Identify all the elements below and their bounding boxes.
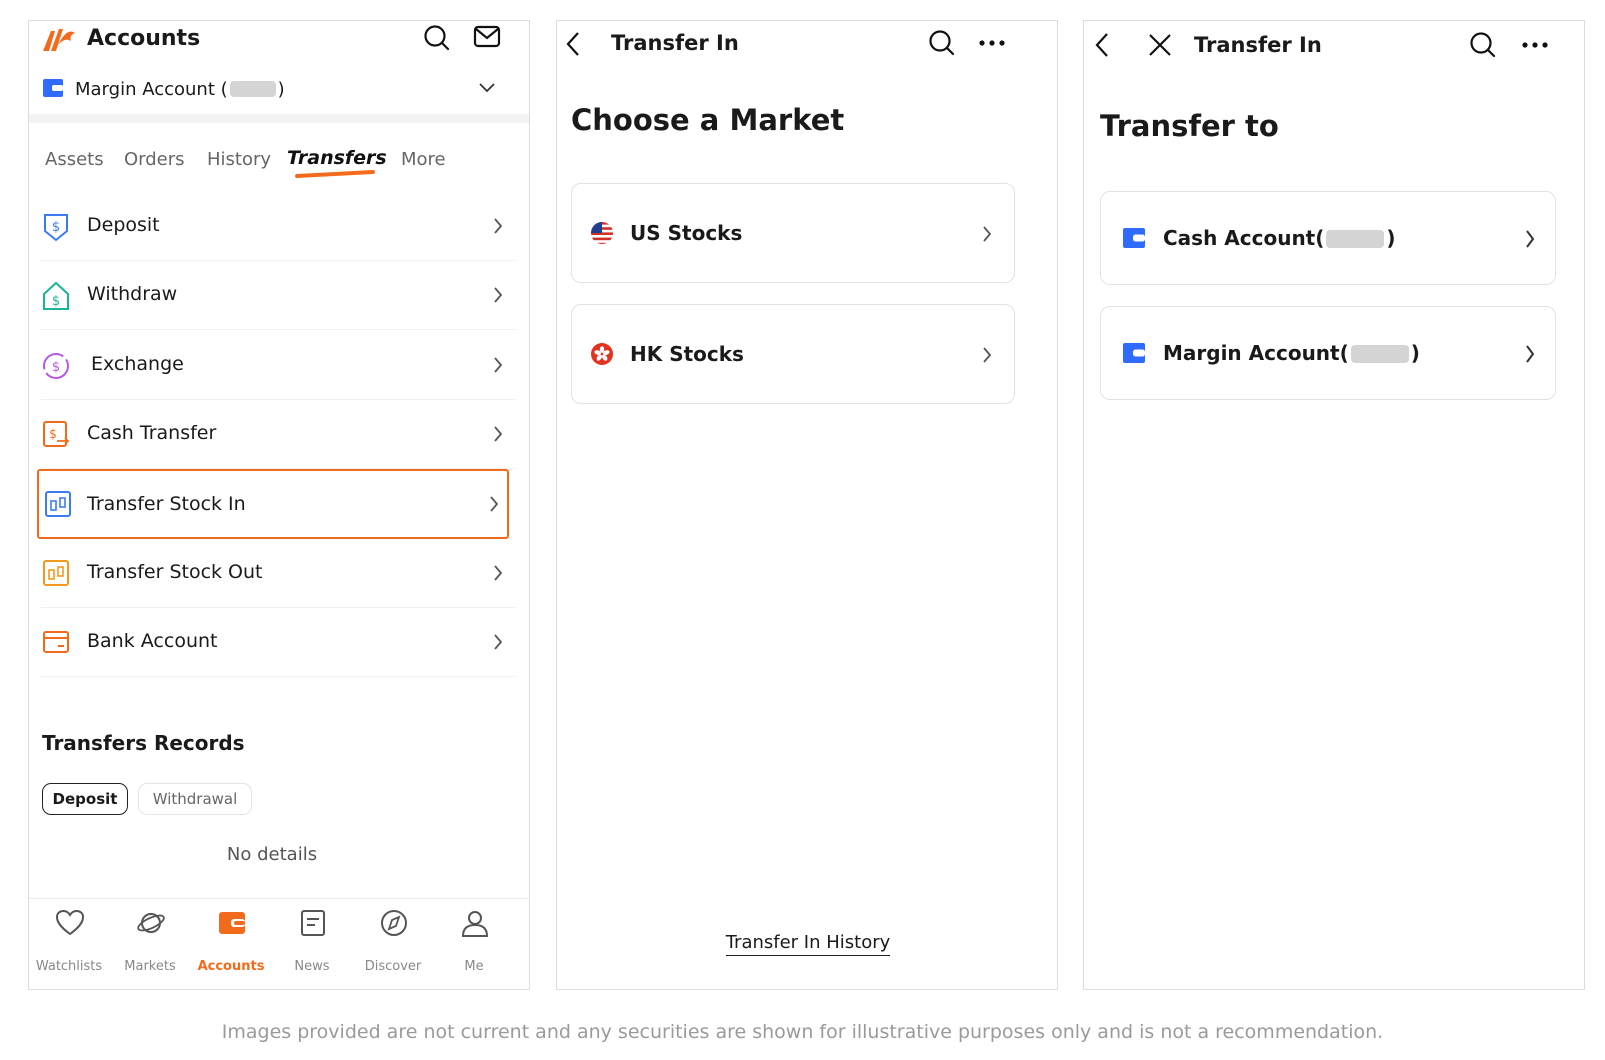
menu-item-label: Transfer Stock Out xyxy=(87,561,263,583)
account-selector[interactable]: Margin Account () xyxy=(29,71,529,111)
page-title: Accounts xyxy=(87,26,201,51)
nav-markets[interactable]: Markets xyxy=(110,899,190,989)
chevron-right-icon xyxy=(494,218,503,234)
menu-item-label: Withdraw xyxy=(87,283,178,305)
nav-me[interactable]: Me xyxy=(434,899,514,989)
more-options-icon[interactable] xyxy=(979,39,1005,47)
person-icon xyxy=(461,911,489,937)
chevron-down-icon[interactable] xyxy=(479,83,495,93)
page-title: Choose a Market xyxy=(571,103,845,137)
market-label: HK Stocks xyxy=(630,342,744,366)
masked-account-number xyxy=(229,81,276,97)
account-label: Margin Account( xyxy=(1163,341,1349,365)
transfer-stock-in-icon xyxy=(45,491,71,517)
exchange-icon: $ xyxy=(43,353,69,379)
filter-chip-withdrawal[interactable]: Withdrawal xyxy=(138,783,252,815)
header-title: Transfer In xyxy=(611,31,739,55)
brand-logo-icon xyxy=(43,29,75,51)
menu-item-withdraw[interactable]: $ Withdraw xyxy=(41,260,515,330)
nav-discover[interactable]: Discover xyxy=(353,899,433,989)
withdraw-icon: $ xyxy=(43,281,69,310)
chevron-right-icon xyxy=(1526,345,1535,363)
mail-icon[interactable] xyxy=(473,25,501,49)
svg-text:$: $ xyxy=(52,220,60,235)
transfer-stock-out-icon xyxy=(43,560,69,586)
chevron-right-icon xyxy=(1526,230,1535,248)
planet-icon xyxy=(137,913,165,933)
menu-item-label: Transfer Stock In xyxy=(87,493,246,515)
chevron-right-icon xyxy=(494,565,503,581)
chevron-right-icon xyxy=(494,357,503,373)
tab-assets[interactable]: Assets xyxy=(45,151,104,169)
svg-text:$: $ xyxy=(52,360,60,375)
bank-card-icon xyxy=(43,631,69,653)
nav-news[interactable]: News xyxy=(272,899,352,989)
search-icon[interactable] xyxy=(1469,31,1497,59)
news-icon xyxy=(301,910,325,936)
market-option-hk-stocks[interactable]: HK Stocks xyxy=(571,304,1015,404)
back-arrow-icon[interactable] xyxy=(565,31,581,57)
chevron-right-icon xyxy=(494,634,503,650)
account-selector-label: Margin Account ( xyxy=(75,79,228,100)
account-wallet-icon xyxy=(1123,343,1145,363)
masked-account-number xyxy=(1350,345,1409,363)
svg-text:$: $ xyxy=(49,427,57,441)
deposit-icon: $ xyxy=(44,214,68,242)
disclaimer-text: Images provided are not current and any … xyxy=(221,1021,1384,1043)
back-arrow-icon[interactable] xyxy=(1094,32,1110,58)
menu-item-transfer-stock-in[interactable]: Transfer Stock In xyxy=(37,469,509,539)
menu-item-label: Exchange xyxy=(91,353,184,375)
choose-market-screen: Transfer In Choose a Market US Stocks HK… xyxy=(556,20,1058,990)
tab-more[interactable]: More xyxy=(401,151,446,169)
menu-item-label: Deposit xyxy=(87,214,160,236)
account-label: Cash Account( xyxy=(1163,226,1325,250)
market-option-us-stocks[interactable]: US Stocks xyxy=(571,183,1015,283)
menu-item-cash-transfer[interactable]: $ Cash Transfer xyxy=(41,399,515,469)
menu-item-transfer-stock-out[interactable]: Transfer Stock Out xyxy=(41,538,515,608)
wallet-icon xyxy=(219,912,245,934)
account-option-cash[interactable]: Cash Account() xyxy=(1100,191,1556,285)
chevron-right-icon xyxy=(983,347,992,363)
page-title: Transfer to xyxy=(1100,109,1279,143)
masked-account-number xyxy=(1326,230,1385,248)
svg-text:$: $ xyxy=(52,294,60,309)
filter-chip-deposit[interactable]: Deposit xyxy=(42,783,128,815)
bottom-navigation: Watchlists Markets Accounts News Discove… xyxy=(29,898,529,989)
nav-accounts[interactable]: Accounts xyxy=(191,899,271,989)
account-option-margin[interactable]: Margin Account() xyxy=(1100,306,1556,400)
compass-icon xyxy=(381,910,407,936)
accounts-screen: Accounts Margin Account () Assets Orders… xyxy=(28,20,530,990)
menu-item-exchange[interactable]: $ Exchange xyxy=(41,330,515,400)
menu-item-bank-account[interactable]: Bank Account xyxy=(41,607,515,677)
chevron-right-icon xyxy=(494,287,503,303)
menu-item-label: Cash Transfer xyxy=(87,422,217,444)
tab-transfers[interactable]: Transfers xyxy=(287,149,387,168)
nav-watchlists[interactable]: Watchlists xyxy=(29,899,109,989)
tab-orders[interactable]: Orders xyxy=(124,151,185,169)
header-title: Transfer In xyxy=(1194,33,1322,57)
account-wallet-icon xyxy=(1123,228,1145,248)
menu-item-label: Bank Account xyxy=(87,630,218,652)
transfer-in-history-link[interactable]: Transfer In History xyxy=(557,932,1057,956)
search-icon[interactable] xyxy=(928,29,956,57)
transfer-to-screen: Transfer In Transfer to Cash Account() M… xyxy=(1083,20,1585,990)
us-flag-icon xyxy=(591,222,613,244)
cash-transfer-icon: $ xyxy=(43,421,70,447)
chevron-right-icon xyxy=(983,226,992,242)
account-wallet-icon xyxy=(43,79,63,97)
section-divider xyxy=(29,114,529,123)
chevron-right-icon xyxy=(490,496,499,512)
empty-state-text: No details xyxy=(226,844,318,865)
transfers-records-title: Transfers Records xyxy=(42,731,245,755)
search-icon[interactable] xyxy=(423,24,451,52)
more-options-icon[interactable] xyxy=(1522,41,1548,49)
tab-history[interactable]: History xyxy=(207,151,271,169)
chevron-right-icon xyxy=(494,426,503,442)
market-label: US Stocks xyxy=(630,221,743,245)
active-tab-indicator xyxy=(294,169,376,179)
close-icon[interactable] xyxy=(1148,33,1172,57)
hk-flag-icon xyxy=(591,343,613,365)
heart-icon xyxy=(55,909,85,936)
menu-item-deposit[interactable]: $ Deposit xyxy=(41,191,515,261)
